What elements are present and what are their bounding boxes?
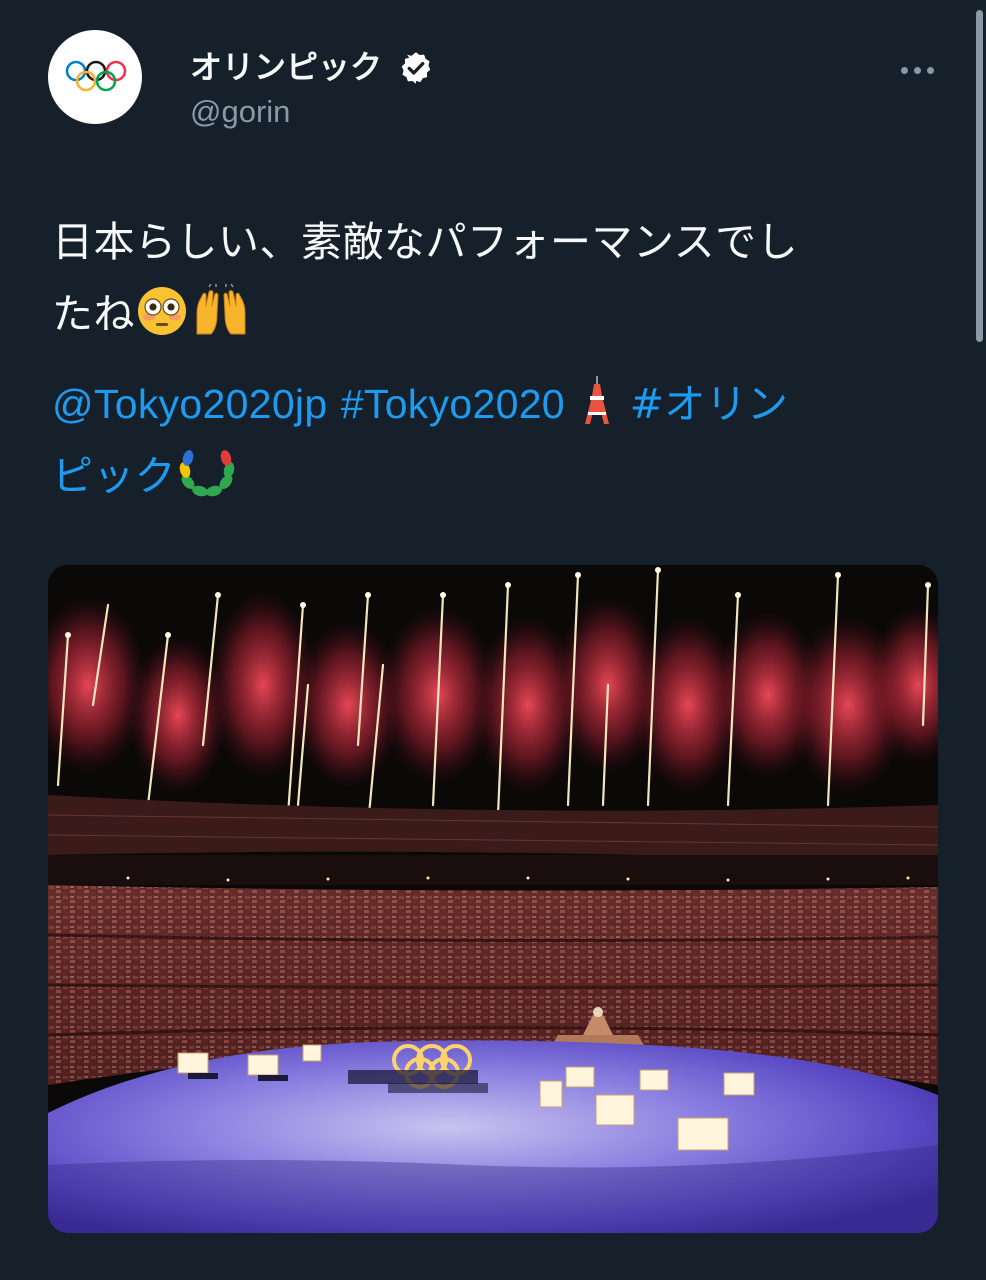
hashtag-link-olympic-part-1[interactable]: #オリン: [630, 380, 789, 428]
mention-link[interactable]: @Tokyo2020jp: [52, 381, 327, 427]
hashtag-link-tokyo2020[interactable]: #Tokyo2020: [341, 381, 565, 427]
scrollbar-thumb[interactable]: [976, 10, 983, 342]
more-options-button[interactable]: [890, 56, 944, 84]
avatar[interactable]: [48, 30, 142, 124]
tweet-text: 日本らしい、素敵なパフォーマンスでし たね: [52, 206, 942, 350]
tweet-text-line-1: 日本らしい、素敵なパフォーマンスでし: [52, 218, 799, 266]
tweet-entities-line-1: @Tokyo2020jp #Tokyo2020 #オリン: [52, 368, 942, 440]
tweet-entities: @Tokyo2020jp #Tokyo2020 #オリン ピック: [52, 368, 942, 512]
scrollbar[interactable]: [972, 0, 986, 1280]
olympic-stadium-fireworks-image: [48, 565, 938, 1233]
verified-badge-icon: [401, 52, 431, 84]
raising-hands-emoji: [196, 284, 246, 335]
hashtag-link-olympic-part-2[interactable]: ピック: [52, 452, 176, 500]
more-dots-icon: [900, 66, 908, 74]
author-handle[interactable]: @gorin: [190, 92, 290, 132]
flushed-face-emoji: [138, 287, 186, 335]
laurel-wreath-emoji: [179, 450, 235, 497]
tweet-text-line-2: たね: [52, 278, 942, 350]
tweet-entities-line-2: ピック: [52, 440, 942, 512]
tweet-page: オリンピック @gorin 日本らしい、素敵なパフォーマンスでし たね @Tok…: [0, 0, 986, 1280]
tokyo-tower-emoji: [585, 376, 610, 424]
tweet-text-line-2-text: たね: [52, 290, 135, 338]
tweet-photo[interactable]: [48, 565, 938, 1233]
olympic-rings-icon: [65, 60, 127, 92]
author-display-name[interactable]: オリンピック: [190, 47, 382, 87]
